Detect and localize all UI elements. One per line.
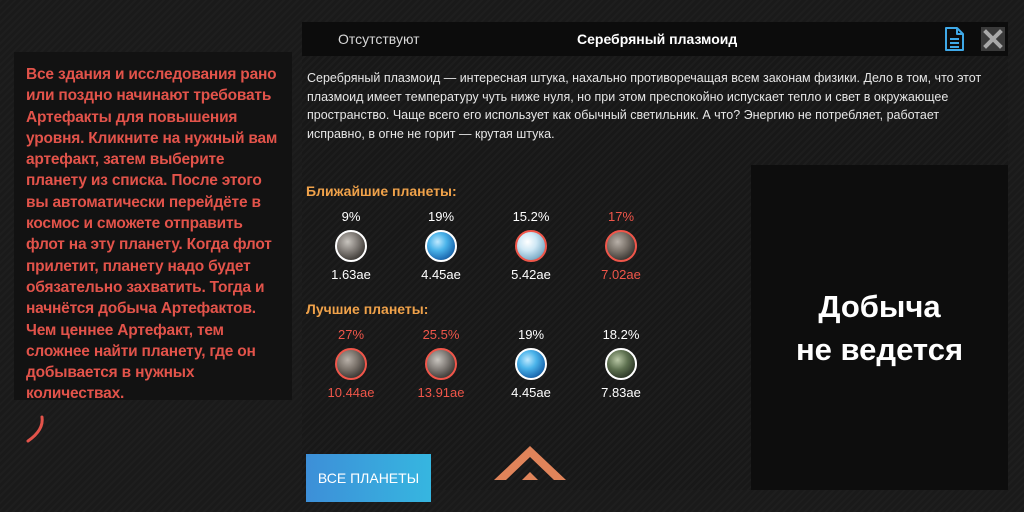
planet-distance: 7.02ае [601,267,641,282]
nearest-planet-2[interactable]: 19% 4.45ае [401,208,481,284]
close-icon[interactable] [980,26,1006,52]
planet-distance: 1.63ае [331,267,371,282]
loading-spinner-icon [20,414,46,444]
artifact-panel: Отсутствуют Серебряный плазмоид Серебрян… [302,22,1008,502]
all-planets-label: ВСЕ ПЛАНЕТЫ [317,470,420,486]
best-planets-title: Лучшие планеты: [306,301,429,317]
planet-percent: 15.2% [512,209,550,224]
mining-status-text: Добыча не ведется [795,288,964,367]
planet-distance: 10.44ае [327,385,375,400]
planet-icon [425,230,457,262]
planet-icon [335,348,367,380]
planet-percent: 18.2% [602,327,640,342]
planet-icon [515,348,547,380]
planet-percent: 9% [341,209,361,224]
page-title: Серебряный плазмоид [577,31,738,47]
planets-area: Ближайшие планеты: 9% 1.63ае 19% 4.45ае … [302,165,749,502]
nearest-planets-title: Ближайшие планеты: [306,183,457,199]
best-planet-4[interactable]: 18.2% 7.83ае [581,326,661,402]
mining-status-panel: Добыча не ведется [751,165,1008,490]
planet-distance: 7.83ае [601,385,641,400]
planet-percent: 25.5% [422,327,460,342]
planet-distance: 5.42ае [511,267,551,282]
document-icon[interactable] [942,26,966,52]
planet-icon [515,230,547,262]
nearest-planet-3[interactable]: 15.2% 5.42ае [491,208,571,284]
planet-icon [605,230,637,262]
planet-percent: 27% [337,327,365,342]
artifact-description: Серебряный плазмоид — интересная штука, … [307,71,982,141]
planet-icon [605,348,637,380]
tab-absent[interactable]: Отсутствуют [338,31,420,47]
planet-icon [425,348,457,380]
planet-distance: 4.45ае [421,267,461,282]
planet-icon [335,230,367,262]
tutorial-text: Все здания и исследования рано или поздн… [26,66,278,403]
best-planet-3[interactable]: 19% 4.45ае [491,326,571,402]
planet-percent: 19% [517,327,545,342]
nearest-planet-4[interactable]: 17% 7.02ае [581,208,661,284]
planet-percent: 17% [607,209,635,224]
best-planet-2[interactable]: 25.5% 13.91ае [401,326,481,402]
nearest-planet-1[interactable]: 9% 1.63ае [311,208,391,284]
planet-distance: 13.91ае [417,385,465,400]
tutorial-hint: Все здания и исследования рано или поздн… [14,52,292,403]
all-planets-button[interactable]: ВСЕ ПЛАНЕТЫ [306,454,431,502]
planet-distance: 4.45ае [511,385,551,400]
best-planet-1[interactable]: 27% 10.44ае [311,326,391,402]
collapse-chevron-up-icon[interactable] [492,440,568,484]
planet-percent: 19% [427,209,455,224]
panel-header: Отсутствуют Серебряный плазмоид [302,22,1008,56]
